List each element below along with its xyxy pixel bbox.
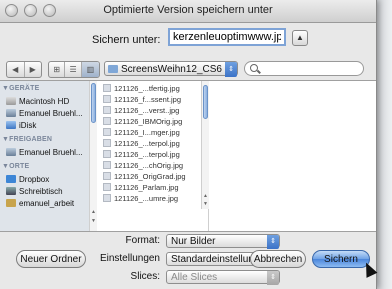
cancel-button[interactable]: Abbrechen [250, 250, 306, 268]
folder-icon [108, 65, 118, 73]
image-file-icon [103, 106, 111, 114]
sidebar-item-shared-computer[interactable]: Emanuel Bruehl... [6, 148, 83, 157]
sidebar-item-network-device[interactable]: Emanuel Bruehl... [6, 109, 83, 118]
file-item[interactable]: 121126_Parlam.jpg [103, 183, 179, 192]
minimize-window-icon[interactable] [24, 4, 37, 17]
file-item[interactable]: 121126_...terpol.jpg [103, 150, 180, 159]
sidebar-item-desktop[interactable]: Schreibtisch [6, 187, 63, 196]
image-file-icon [103, 95, 111, 103]
scroll-down-arrow-icon[interactable]: ▼ [90, 218, 97, 225]
slices-label: Slices: [130, 271, 160, 282]
file-scroll-thumb[interactable] [203, 85, 208, 119]
sidebar-scrollbar[interactable]: ▲ ▼ [89, 81, 97, 231]
file-item[interactable]: 121126_...terpol.jpg [103, 139, 180, 148]
shared-computer-icon [6, 148, 16, 156]
file-item[interactable]: 121126_I...mger.jpg [103, 128, 180, 137]
format-label: Format: [125, 235, 160, 246]
file-item[interactable]: 121126_...tfertig.jpg [103, 84, 180, 93]
file-item[interactable]: 121126_...verst..jpg [103, 106, 179, 115]
slices-popup[interactable]: Alle Slices ⇕ [166, 270, 280, 285]
column-view-icon[interactable]: ▥ [81, 62, 99, 77]
back-arrow-icon[interactable]: ◀ [7, 62, 25, 77]
file-item[interactable]: 121126_...umre.jpg [103, 194, 178, 203]
new-folder-button[interactable]: Neuer Ordner [16, 250, 86, 268]
sidebar-scroll-thumb[interactable] [91, 83, 96, 123]
file-column: 121126_...tfertig.jpg 121126_f...ssent.j… [97, 81, 209, 231]
popup-arrows-icon: ⇕ [267, 271, 279, 285]
window-controls [5, 4, 56, 17]
file-browser: ▼GERÄTE Macintosh HD Emanuel Bruehl... i… [0, 80, 376, 232]
scroll-down-arrow-icon[interactable]: ▼ [202, 201, 209, 208]
location-label: ScreensWeihn12_CS6 [121, 64, 222, 75]
sidebar-heading-devices: ▼GERÄTE [2, 85, 40, 92]
file-item[interactable]: 121126_f...ssent.jpg [103, 95, 181, 104]
file-item[interactable]: 121126_OrigGrad.jpg [103, 172, 186, 181]
scroll-up-arrow-icon[interactable]: ▲ [90, 209, 97, 216]
sidebar: ▼GERÄTE Macintosh HD Emanuel Bruehl... i… [0, 81, 97, 231]
format-popup[interactable]: Nur Bilder ⇕ [166, 234, 280, 249]
expand-dialog-button[interactable]: ▲ [292, 30, 308, 46]
close-window-icon[interactable] [5, 4, 18, 17]
image-file-icon [103, 139, 111, 147]
sidebar-item-dropbox[interactable]: Dropbox [6, 175, 49, 184]
sidebar-item-home[interactable]: emanuel_arbeit [6, 199, 74, 208]
desktop-icon [6, 187, 16, 195]
file-item[interactable]: 121126_...chOrig.jpg [103, 161, 183, 170]
image-file-icon [103, 183, 111, 191]
save-as-row: Sichern unter: ▲ [0, 25, 376, 55]
empty-column [209, 81, 376, 231]
image-file-icon [103, 84, 111, 92]
image-file-icon [103, 194, 111, 202]
settings-label: Einstellungen [99, 253, 160, 264]
search-field[interactable] [244, 61, 364, 76]
file-item[interactable]: 121126_IBMOrig.jpg [103, 117, 182, 126]
dropbox-icon [6, 175, 16, 183]
popup-arrows-icon: ⇕ [225, 62, 237, 77]
save-dialog: Optimierte Version speichern unter Siche… [0, 0, 377, 289]
list-view-icon[interactable]: ☰ [65, 62, 82, 77]
network-computer-icon [6, 109, 16, 117]
browser-toolbar: ◀ ▶ ⊞ ☰ ▥ ScreensWeihn12_CS6 ⇕ [0, 58, 376, 80]
save-as-label: Sichern unter: [92, 34, 161, 46]
idisk-icon [6, 121, 16, 129]
window-title: Optimierte Version speichern unter [103, 4, 273, 16]
title-bar: Optimierte Version speichern unter [0, 0, 376, 23]
sidebar-heading-places: ▼ORTE [2, 163, 30, 170]
sidebar-heading-shared: ▼FREIGABEN [2, 136, 53, 143]
icon-view-icon[interactable]: ⊞ [49, 62, 66, 77]
home-icon [6, 199, 16, 207]
sidebar-item-macintosh-hd[interactable]: Macintosh HD [6, 97, 69, 106]
image-file-icon [103, 172, 111, 180]
image-file-icon [103, 117, 111, 125]
filename-input[interactable] [168, 28, 286, 46]
forward-arrow-icon[interactable]: ▶ [25, 62, 42, 77]
hard-drive-icon [6, 97, 16, 105]
image-file-icon [103, 150, 111, 158]
scroll-up-arrow-icon[interactable]: ▲ [202, 193, 209, 200]
file-column-scrollbar[interactable]: ▲ ▼ [201, 81, 209, 209]
zoom-window-icon[interactable] [43, 4, 56, 17]
view-mode-control: ⊞ ☰ ▥ [48, 61, 100, 78]
format-value: Nur Bilder [171, 236, 216, 247]
popup-arrows-icon: ⇕ [267, 235, 279, 249]
image-file-icon [103, 128, 111, 136]
back-forward-control: ◀ ▶ [6, 61, 42, 78]
slices-value: Alle Slices [171, 272, 218, 283]
search-icon [250, 64, 258, 72]
location-popup[interactable]: ScreensWeihn12_CS6 ⇕ [104, 61, 238, 77]
image-file-icon [103, 161, 111, 169]
sidebar-item-idisk[interactable]: iDisk [6, 121, 36, 130]
